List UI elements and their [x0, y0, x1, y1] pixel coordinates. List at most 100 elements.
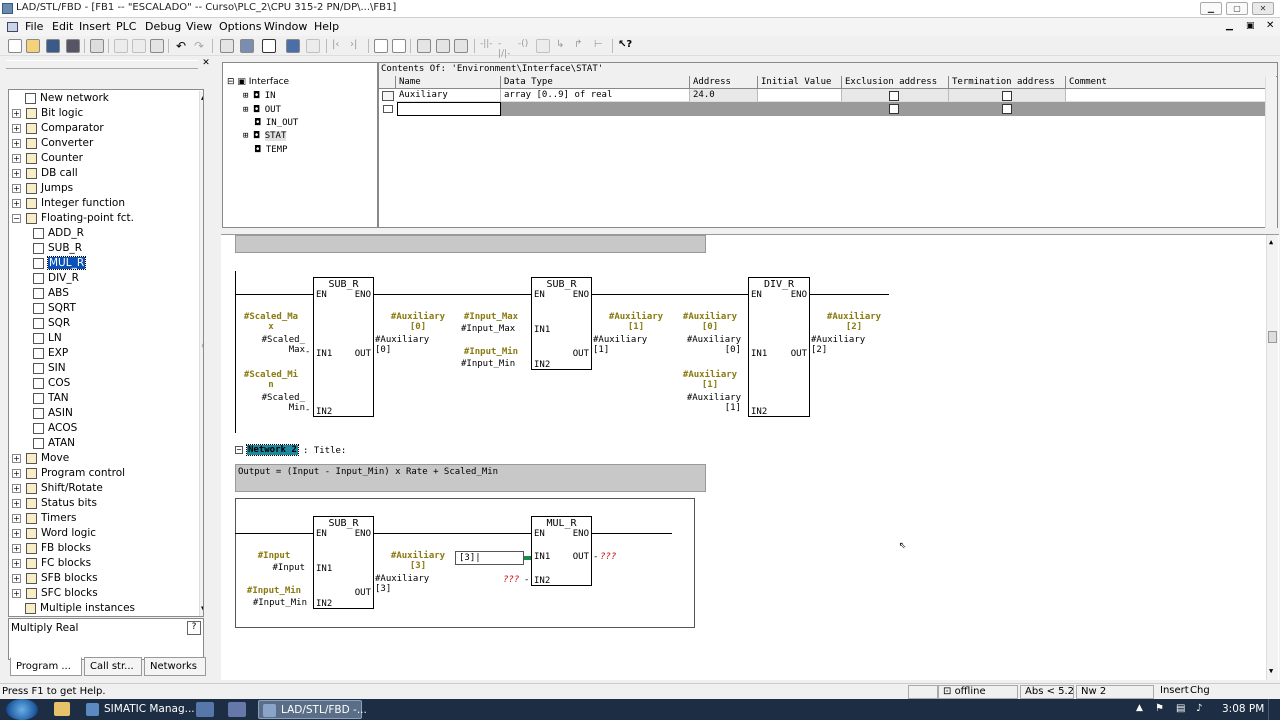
overviews-icon[interactable] — [374, 39, 388, 53]
menu-edit[interactable]: Edit — [52, 20, 73, 33]
catalog-item-tan[interactable]: TAN — [33, 391, 69, 406]
new-row-name-input[interactable] — [397, 102, 501, 116]
in1-edit-field[interactable]: [3]| — [455, 551, 524, 565]
address-icon[interactable] — [436, 39, 450, 53]
catalog-item-floating-point-fct[interactable]: − Floating-point fct. — [12, 211, 134, 226]
col-termination-address[interactable]: Termination address — [949, 76, 1066, 89]
tray-volume-icon[interactable]: ♪ — [1196, 703, 1202, 714]
operand[interactable]: #Auxiliary [1] — [667, 393, 741, 413]
catalog-item-program-control[interactable]: + Program control — [12, 466, 125, 481]
tray-flag-icon[interactable]: ⚑ — [1155, 703, 1164, 714]
operand-symbol[interactable]: #Input_Min — [459, 347, 523, 357]
col-name[interactable]: Name — [396, 76, 501, 89]
operand-symbol[interactable]: #Scaled_Mi n — [241, 370, 301, 390]
new-icon[interactable] — [8, 39, 22, 53]
tree-node-in[interactable]: ⊞ ◘ IN — [243, 91, 276, 101]
out-placeholder[interactable]: ??? — [600, 552, 616, 562]
minimize-button[interactable]: ▁ — [1200, 2, 1222, 15]
expand-icon[interactable]: + — [12, 499, 21, 508]
expand-icon[interactable]: + — [12, 574, 21, 583]
expand-icon[interactable]: + — [12, 559, 21, 568]
expand-icon[interactable]: + — [12, 184, 21, 193]
tree-node-stat[interactable]: ⊞ ◘ STAT — [243, 131, 287, 141]
taskbar-simatic-manager[interactable]: SIMATIC Manag... — [82, 700, 195, 719]
no-contact-icon[interactable]: -||- — [480, 39, 494, 53]
catalog-item-fc-blocks[interactable]: + FC blocks — [12, 556, 91, 571]
col-exclusion-address[interactable]: Exclusion address — [842, 76, 949, 89]
sub-r-box[interactable]: SUB_R EN ENO IN1 OUT IN2 — [313, 516, 374, 609]
redo-icon[interactable]: ↷ — [194, 39, 208, 53]
catalog-item-move[interactable]: + Move — [12, 451, 69, 466]
operand-symbol[interactable]: #Auxiliary [1] — [677, 370, 743, 390]
catalog-item-db-call[interactable]: + DB call — [12, 166, 78, 181]
clock[interactable]: 3:08 PM — [1222, 703, 1264, 715]
catalog-item-div-r[interactable]: DIV_R — [33, 271, 79, 286]
new-row-exclusion-checkbox[interactable] — [889, 104, 899, 114]
expand-icon[interactable]: + — [12, 154, 21, 163]
expand-icon[interactable]: + — [12, 544, 21, 553]
exclusion-checkbox[interactable] — [889, 91, 899, 101]
catalog-item-ln[interactable]: LN — [33, 331, 62, 346]
operand[interactable]: #Auxiliary [3] — [375, 574, 429, 594]
catalog-item-atan[interactable]: ATAN — [33, 436, 75, 451]
undo-icon[interactable]: ↶ — [176, 39, 190, 53]
catalog-item-sqr[interactable]: SQR — [33, 316, 70, 331]
tray-network-icon[interactable]: ▤ — [1176, 703, 1185, 714]
catalog-item-integer-function[interactable]: + Integer function — [12, 196, 125, 211]
tab-call-structure[interactable]: Call str... — [84, 657, 142, 676]
scroll-thumb[interactable] — [1268, 331, 1277, 343]
catalog-item-add-r[interactable]: ADD_R — [33, 226, 84, 241]
expand-icon[interactable]: + — [12, 139, 21, 148]
catalog-item-mul-r[interactable]: MUL_R — [33, 256, 87, 271]
in2-placeholder[interactable]: ??? — [503, 575, 519, 585]
doc-restore-button[interactable]: ▣ — [1246, 21, 1255, 31]
expand-icon[interactable]: + — [12, 199, 21, 208]
module-info-icon[interactable] — [306, 39, 320, 53]
menu-debug[interactable]: Debug — [145, 20, 181, 33]
empty-box-icon[interactable] — [536, 39, 550, 53]
expand-icon[interactable]: + — [12, 484, 21, 493]
document-icon[interactable] — [7, 22, 18, 32]
catalog-item-asin[interactable]: ASIN — [33, 406, 73, 421]
coil-icon[interactable]: -() — [518, 39, 532, 53]
connection-icon[interactable]: ⊢ — [594, 39, 608, 53]
catalog-item-comparator[interactable]: + Comparator — [12, 121, 104, 136]
next-icon[interactable]: ›| — [350, 39, 364, 53]
taskbar-lad-stl-fbd[interactable]: LAD/STL/FBD -... — [258, 700, 367, 719]
expand-icon[interactable]: + — [12, 469, 21, 478]
nettool-icon[interactable] — [196, 702, 214, 717]
simulation-icon[interactable] — [228, 702, 246, 717]
expand-icon[interactable]: + — [12, 124, 21, 133]
catalog-item-word-logic[interactable]: + Word logic — [12, 526, 96, 541]
overview-icon[interactable] — [262, 39, 276, 53]
operand-symbol[interactable]: #Auxiliary [2] — [821, 312, 887, 332]
catalog-item-sfc-blocks[interactable]: + SFC blocks — [12, 586, 98, 601]
nc-contact-icon[interactable]: -|/|- — [498, 39, 512, 59]
paste-icon[interactable] — [150, 39, 164, 53]
menu-options[interactable]: Options — [219, 20, 261, 33]
operand-symbol[interactable]: #Input — [251, 551, 297, 561]
copy-icon[interactable] — [132, 39, 146, 53]
operand-symbol[interactable]: #Auxiliary [1] — [603, 312, 669, 332]
operand[interactable]: #Input_Min — [461, 359, 531, 369]
expand-icon[interactable]: + — [12, 514, 21, 523]
menu-file[interactable]: File — [25, 20, 43, 33]
scroll-up-icon[interactable]: ▲ — [1269, 238, 1273, 246]
tab-program-elements[interactable]: Program ... — [10, 657, 82, 676]
network-icon[interactable] — [417, 39, 431, 53]
start-button[interactable] — [6, 699, 38, 720]
download-icon[interactable] — [66, 39, 80, 53]
explorer-icon[interactable] — [54, 702, 70, 716]
col-data-type[interactable]: Data Type — [501, 76, 690, 89]
expand-icon[interactable]: + — [12, 529, 21, 538]
menu-help[interactable]: Help — [314, 20, 339, 33]
load-icon[interactable] — [286, 39, 300, 53]
operand-symbol[interactable]: #Auxiliary [3] — [385, 551, 451, 571]
doc-close-button[interactable]: ✕ — [1266, 20, 1274, 31]
tree-node-out[interactable]: ⊞ ◘ OUT — [243, 105, 281, 115]
operand-symbol[interactable]: #Auxiliary [0] — [385, 312, 451, 332]
network2-comment[interactable]: Output = (Input - Input_Min) x Rate + Sc… — [235, 464, 706, 492]
expand-icon[interactable]: + — [12, 589, 21, 598]
termination-checkbox[interactable] — [1002, 91, 1012, 101]
catalog-item-new-network[interactable]: New network — [25, 91, 109, 106]
